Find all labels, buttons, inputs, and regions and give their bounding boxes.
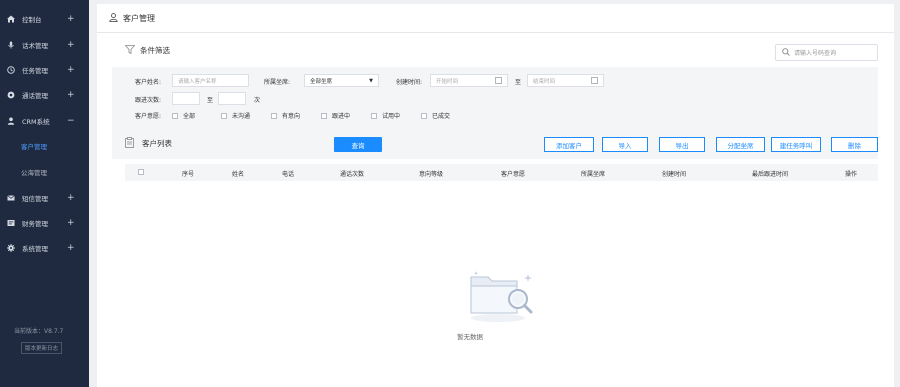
user-icon — [6, 116, 15, 125]
select-all-checkbox[interactable] — [138, 169, 144, 175]
microphone-icon — [6, 40, 15, 49]
intent-checkbox-closed[interactable]: 已成交 — [421, 111, 450, 120]
end-time-input[interactable]: 结束时间 — [527, 74, 604, 87]
column-header: 序号 — [182, 171, 195, 178]
clipboard-icon — [125, 137, 134, 150]
add-customer-button[interactable]: 添加客户 — [544, 137, 594, 152]
page-title: 客户管理 — [123, 13, 155, 23]
sidebar-item-label: 系统管理 — [22, 244, 48, 253]
owner-label: 所属坐席: — [264, 79, 291, 86]
finance-icon — [6, 218, 15, 227]
sidebar-item-label: 财务管理 — [22, 219, 48, 228]
customer-name-label: 客户姓名: — [135, 79, 162, 86]
query-button[interactable]: 查询 — [334, 137, 382, 152]
caret-down-icon: ▼ — [369, 78, 373, 84]
filter-icon — [124, 45, 136, 56]
sidebar-item-label: 任务管理 — [22, 66, 48, 75]
version-text: 当前版本：V8.7.7 — [14, 328, 64, 335]
list-section-title: 客户列表 — [125, 137, 172, 150]
column-header: 客户意愿 — [501, 171, 526, 178]
sidebar-item-call[interactable]: 通话管理 + — [0, 82, 89, 107]
task-icon — [6, 65, 15, 74]
sidebar-item-sms[interactable]: 短信管理 + — [0, 185, 89, 210]
search-placeholder: 请输入号码查询 — [794, 50, 837, 57]
column-header: 姓名 — [232, 171, 245, 178]
to-label: 至 — [515, 79, 522, 86]
followup-label: 跟进次数: — [135, 97, 162, 104]
sidebar-item-label: 控制台 — [22, 15, 42, 24]
expand-icon[interactable]: + — [67, 193, 75, 203]
sidebar-subitem-pool[interactable]: 公海管理 — [0, 159, 89, 184]
sidebar-item-crm[interactable]: CRM系统 − — [0, 108, 89, 133]
column-header: 创建时间 — [662, 171, 687, 178]
column-header: 意向等级 — [419, 171, 444, 178]
expand-icon[interactable]: + — [67, 90, 75, 100]
expand-icon[interactable]: + — [67, 243, 75, 253]
column-header: 所属坐席 — [581, 171, 606, 178]
followup-unit: 次 — [254, 97, 261, 104]
customer-name-input[interactable]: 请输入客户名称 — [172, 74, 249, 87]
expand-icon[interactable]: + — [67, 65, 75, 75]
column-header: 通话次数 — [340, 171, 365, 178]
import-button[interactable]: 导入 — [602, 137, 648, 152]
filter-section-title: 条件筛选 — [124, 45, 170, 56]
gear-icon — [6, 243, 15, 252]
export-button[interactable]: 导出 — [659, 137, 705, 152]
main-panel: 条件筛选 请输入号码查询 客户姓名: 请输入客户名称 所属坐席: 全部坐席 ▼ … — [97, 32, 894, 387]
empty-folder-icon — [468, 269, 534, 325]
sidebar-item-label: 通话管理 — [22, 91, 48, 100]
column-header: 最后跟进时间 — [752, 171, 789, 178]
assign-agent-button[interactable]: 分配坐席 — [716, 137, 765, 152]
sidebar-subitem-customer[interactable]: 客户管理 — [0, 133, 89, 158]
call-icon — [6, 90, 15, 99]
sidebar-item-label: CRM系统 — [22, 117, 50, 126]
owner-select[interactable]: 全部坐席 ▼ — [304, 74, 379, 87]
sidebar-item-label: 短信管理 — [22, 194, 48, 203]
created-time-label: 创建时间: — [396, 79, 423, 86]
intent-checkbox-all[interactable]: 全部 — [172, 111, 195, 120]
sidebar-item-task[interactable]: 任务管理 + — [0, 57, 89, 82]
column-header: 电话 — [282, 171, 295, 178]
table-header: 序号 姓名 电话 通话次数 意向等级 客户意愿 所属坐席 创建时间 最后跟进时间… — [125, 164, 878, 181]
version-log-button[interactable]: 版本更新日志 — [21, 342, 62, 354]
create-call-task-button[interactable]: 建任务呼叫 — [771, 137, 821, 152]
sidebar-item-system[interactable]: 系统管理 + — [0, 235, 89, 260]
intent-checkbox-trial[interactable]: 试用中 — [371, 111, 400, 120]
home-icon — [6, 14, 15, 23]
sidebar-item-script[interactable]: 话术管理 + — [0, 32, 89, 57]
column-header: 操作 — [845, 171, 858, 178]
start-time-input[interactable]: 开始时间 — [430, 74, 508, 87]
followup-max-input[interactable] — [218, 92, 246, 105]
intent-checkbox-interested[interactable]: 有意向 — [271, 111, 300, 120]
sidebar-item-dashboard[interactable]: 控制台 + — [0, 6, 89, 31]
intent-label: 客户意愿: — [135, 113, 162, 120]
expand-icon[interactable]: + — [67, 40, 75, 50]
followup-min-input[interactable] — [172, 92, 200, 105]
expand-icon[interactable]: + — [67, 14, 75, 24]
expand-icon[interactable]: + — [67, 218, 75, 228]
intent-checkbox-uncontacted[interactable]: 未沟通 — [221, 111, 250, 120]
followup-to-label: 至 — [207, 97, 214, 104]
empty-state-text: 暂无数据 — [457, 333, 483, 341]
sidebar-item-finance[interactable]: 财务管理 + — [0, 210, 89, 235]
sidebar: 控制台 + 话术管理 + 任务管理 + 通话管理 + CRM系统 − 客户管理 … — [0, 0, 89, 387]
calendar-icon — [495, 77, 502, 84]
delete-button[interactable]: 删除 — [831, 137, 878, 152]
calendar-icon — [591, 77, 598, 84]
sidebar-item-label: 话术管理 — [22, 41, 48, 50]
page-header: 客户管理 — [97, 4, 894, 32]
collapse-icon[interactable]: − — [67, 116, 75, 126]
user-icon — [109, 12, 118, 24]
intent-checkbox-following[interactable]: 跟进中 — [321, 111, 350, 120]
mail-icon — [6, 193, 15, 202]
search-input[interactable]: 请输入号码查询 — [775, 44, 878, 61]
search-icon — [782, 47, 790, 58]
